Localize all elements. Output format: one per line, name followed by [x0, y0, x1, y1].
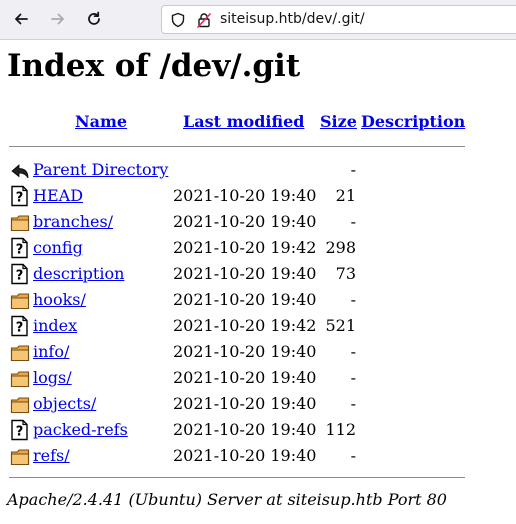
- file-link[interactable]: logs/: [33, 368, 72, 387]
- last-modified-cell: 2021-10-20 19:40: [173, 446, 317, 465]
- table-row: refs/2021-10-20 19:40 -: [0, 443, 516, 469]
- file-link[interactable]: info/: [33, 342, 69, 361]
- browser-toolbar: siteisup.htb/dev/.git/: [0, 0, 516, 40]
- file-link[interactable]: branches/: [33, 212, 113, 231]
- back-button[interactable]: [8, 6, 34, 32]
- svg-text:?: ?: [16, 321, 24, 336]
- column-header-name[interactable]: Name: [75, 112, 127, 131]
- folder-icon: [10, 445, 30, 467]
- file-link[interactable]: index: [33, 316, 77, 335]
- folder-icon: [10, 289, 30, 311]
- file-unknown-icon: ?: [10, 263, 30, 285]
- file-link[interactable]: objects/: [33, 394, 96, 413]
- last-modified-cell: 2021-10-20 19:40: [173, 212, 317, 231]
- column-header-last-modified[interactable]: Last modified: [183, 112, 304, 131]
- size-cell: -: [350, 342, 356, 361]
- size-cell: -: [350, 446, 356, 465]
- server-signature: Apache/2.4.41 (Ubuntu) Server at siteisu…: [7, 490, 447, 509]
- url-text[interactable]: siteisup.htb/dev/.git/: [220, 11, 365, 27]
- svg-text:?: ?: [16, 269, 24, 284]
- table-row: ? HEAD 2021-10-20 19:40 21: [0, 183, 516, 209]
- last-modified-cell: 2021-10-20 19:40: [173, 368, 317, 387]
- table-row: ? description 2021-10-20 19:40 73: [0, 261, 516, 287]
- size-cell: 112: [325, 420, 356, 439]
- last-modified-cell: 2021-10-20 19:42: [173, 316, 317, 335]
- folder-icon: [10, 211, 30, 233]
- folder-icon: [10, 393, 30, 415]
- size-cell: 21: [335, 186, 356, 205]
- table-row: ? index 2021-10-20 19:42 521: [0, 313, 516, 339]
- url-bar[interactable]: siteisup.htb/dev/.git/: [161, 5, 516, 34]
- reload-icon: [88, 11, 100, 25]
- svg-text:?: ?: [16, 425, 24, 440]
- size-cell: -: [350, 212, 356, 231]
- file-unknown-icon: ?: [10, 315, 30, 337]
- back-arrow-icon: [15, 13, 28, 25]
- table-row: Parent Directory -: [0, 157, 516, 183]
- table-row: ? config 2021-10-20 19:42 298: [0, 235, 516, 261]
- file-link[interactable]: Parent Directory: [33, 160, 168, 179]
- forward-button[interactable]: [45, 6, 71, 32]
- file-link[interactable]: hooks/: [33, 290, 86, 309]
- last-modified-cell: 2021-10-20 19:42: [173, 238, 317, 257]
- table-row: info/2021-10-20 19:40 -: [0, 339, 516, 365]
- table-row: objects/2021-10-20 19:40 -: [0, 391, 516, 417]
- svg-text:?: ?: [16, 243, 24, 258]
- size-cell: -: [350, 160, 356, 179]
- size-cell: -: [350, 290, 356, 309]
- page-title: Index of /dev/.git: [7, 48, 301, 84]
- file-link[interactable]: config: [33, 238, 83, 257]
- forward-arrow-icon: [51, 13, 64, 25]
- last-modified-cell: 2021-10-20 19:40: [173, 342, 317, 361]
- file-link[interactable]: HEAD: [33, 186, 83, 205]
- size-cell: 521: [325, 316, 356, 335]
- table-row: logs/2021-10-20 19:40 -: [0, 365, 516, 391]
- footer-divider: [9, 477, 465, 478]
- reload-button[interactable]: [81, 6, 107, 32]
- shield-icon[interactable]: [170, 12, 186, 28]
- table-row: hooks/2021-10-20 19:40 -: [0, 287, 516, 313]
- last-modified-cell: 2021-10-20 19:40: [173, 290, 317, 309]
- file-link[interactable]: refs/: [33, 446, 70, 465]
- folder-icon: [10, 367, 30, 389]
- file-link[interactable]: description: [33, 264, 124, 283]
- header-divider: [9, 146, 465, 147]
- size-cell: 73: [335, 264, 356, 283]
- last-modified-cell: 2021-10-20 19:40: [173, 420, 317, 439]
- column-header-size[interactable]: Size: [320, 112, 357, 131]
- last-modified-cell: 2021-10-20 19:40: [173, 394, 317, 413]
- size-cell: -: [350, 368, 356, 387]
- file-unknown-icon: ?: [10, 419, 30, 441]
- column-header-description[interactable]: Description: [361, 112, 465, 131]
- last-modified-cell: 2021-10-20 19:40: [173, 186, 317, 205]
- last-modified-cell: 2021-10-20 19:40: [173, 264, 317, 283]
- folder-icon: [10, 341, 30, 363]
- file-link[interactable]: packed-refs: [33, 420, 128, 439]
- insecure-lock-icon[interactable]: [196, 12, 212, 28]
- back-icon: [10, 159, 30, 181]
- table-row: branches/2021-10-20 19:40 -: [0, 209, 516, 235]
- file-unknown-icon: ?: [10, 185, 30, 207]
- size-cell: 298: [325, 238, 356, 257]
- svg-text:?: ?: [16, 191, 24, 206]
- file-unknown-icon: ?: [10, 237, 30, 259]
- size-cell: -: [350, 394, 356, 413]
- table-row: ? packed-refs 2021-10-20 19:40 112: [0, 417, 516, 443]
